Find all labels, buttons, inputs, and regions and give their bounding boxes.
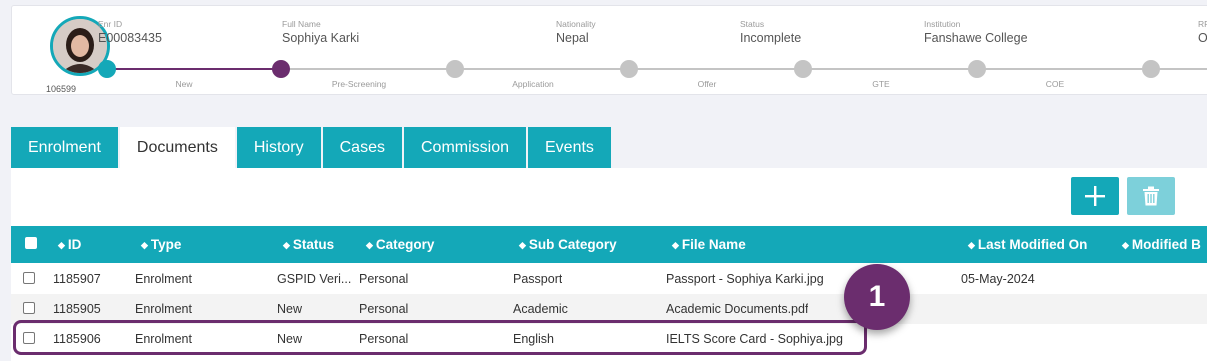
stage-dot-3[interactable] bbox=[446, 60, 464, 78]
progress-track-done bbox=[107, 68, 282, 70]
enrolment-header: 106599 Enr ID E00083435 Full Name Sophiy… bbox=[11, 5, 1207, 95]
sort-icon: ◆ bbox=[141, 240, 148, 250]
stage-dot-5[interactable] bbox=[794, 60, 812, 78]
column-header-id[interactable]: ◆ ID bbox=[58, 226, 81, 263]
select-all-checkbox[interactable] bbox=[25, 237, 37, 249]
field-rp: RP Ol bbox=[1198, 19, 1207, 45]
column-header-category[interactable]: ◆ Category bbox=[366, 226, 434, 263]
delete-document-button[interactable] bbox=[1127, 177, 1175, 215]
stage-label-new: New bbox=[175, 79, 193, 89]
stage-dot-4[interactable] bbox=[620, 60, 638, 78]
stage-dot-7[interactable] bbox=[1142, 60, 1160, 78]
progress-track-pending bbox=[282, 68, 1207, 70]
callout-badge: 1 bbox=[844, 264, 910, 330]
sort-icon: ◆ bbox=[968, 240, 975, 250]
row-checkbox[interactable] bbox=[23, 302, 35, 314]
plus-icon bbox=[1085, 186, 1105, 206]
stage-dot-1[interactable] bbox=[98, 60, 116, 78]
tab-events[interactable]: Events bbox=[528, 127, 611, 168]
table-header: ◆ ID ◆ Type ◆ Status ◆ Category ◆ Sub Categor… bbox=[11, 226, 1207, 263]
field-enr-id: Enr ID E00083435 bbox=[98, 19, 162, 45]
sort-icon: ◆ bbox=[366, 240, 373, 250]
tab-enrolment[interactable]: Enrolment bbox=[11, 127, 118, 168]
row-highlight-outline bbox=[13, 320, 867, 355]
sort-icon: ◆ bbox=[58, 240, 65, 250]
stage-label-application: Application bbox=[512, 79, 554, 89]
stage-dot-2[interactable] bbox=[272, 60, 290, 78]
field-nationality: Nationality Nepal bbox=[556, 19, 596, 45]
stage-label-coe: COE bbox=[1045, 79, 1065, 89]
stage-label-pre-screening: Pre-Screening bbox=[331, 79, 387, 89]
sort-icon: ◆ bbox=[672, 240, 679, 250]
tab-cases[interactable]: Cases bbox=[322, 127, 402, 168]
tab-commission[interactable]: Commission bbox=[403, 127, 526, 168]
avatar-id: 106599 bbox=[46, 84, 77, 94]
stage-label-offer: Offer bbox=[697, 79, 717, 89]
column-header-modified-by[interactable]: ◆ Modified B bbox=[1122, 226, 1201, 263]
tab-history[interactable]: History bbox=[236, 127, 321, 168]
field-full-name: Full Name Sophiya Karki bbox=[282, 19, 360, 45]
stage-dot-6[interactable] bbox=[968, 60, 986, 78]
column-header-sub-category[interactable]: ◆ Sub Category bbox=[519, 226, 617, 263]
sort-icon: ◆ bbox=[1122, 240, 1129, 250]
column-header-file-name[interactable]: ◆ File Name bbox=[672, 226, 746, 263]
table-row[interactable]: 1185907 Enrolment GSPID Veri... Personal… bbox=[11, 264, 1207, 294]
column-header-type[interactable]: ◆ Type bbox=[141, 226, 181, 263]
file-name-link[interactable]: Passport - Sophiya Karki.jpg bbox=[666, 264, 824, 294]
add-document-button[interactable] bbox=[1071, 177, 1119, 215]
tab-documents[interactable]: Documents bbox=[119, 127, 235, 168]
trash-icon bbox=[1143, 186, 1159, 206]
sort-icon: ◆ bbox=[283, 240, 290, 250]
field-status: Status Incomplete bbox=[740, 19, 802, 45]
tab-bar: Enrolment Documents History Cases Commis… bbox=[11, 127, 613, 168]
column-header-status[interactable]: ◆ Status bbox=[283, 226, 334, 263]
field-institution: Institution Fanshawe College bbox=[924, 19, 1028, 45]
row-checkbox[interactable] bbox=[23, 272, 35, 284]
sort-icon: ◆ bbox=[519, 240, 526, 250]
stage-label-gte: GTE bbox=[872, 79, 890, 89]
column-header-last-modified[interactable]: ◆ Last Modified On bbox=[968, 226, 1087, 263]
